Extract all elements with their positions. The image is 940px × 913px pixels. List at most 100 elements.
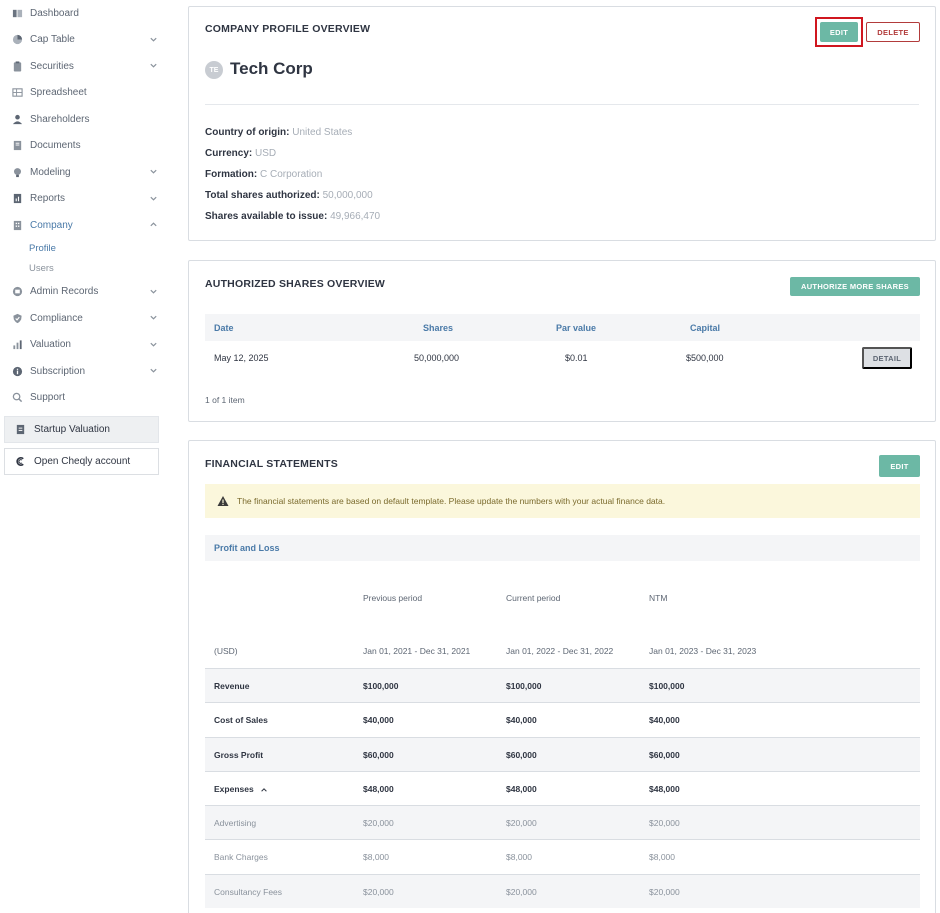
sidebar-item-label: Compliance xyxy=(30,312,83,324)
cell-value: $20,000 xyxy=(649,886,680,897)
sidebar-item-spreadsheet[interactable]: Spreadsheet xyxy=(0,80,162,107)
pie-chart-icon xyxy=(12,34,23,45)
cell-value: $20,000 xyxy=(363,886,394,897)
cell-value: $20,000 xyxy=(649,818,680,829)
financial-card-title: FINANCIAL STATEMENTS xyxy=(205,458,338,470)
row-label: Revenue xyxy=(214,681,250,691)
cell-value: $100,000 xyxy=(649,681,685,691)
range-ntm: Jan 01, 2023 - Dec 31, 2023 xyxy=(649,646,757,656)
records-icon xyxy=(12,286,23,297)
chevron-up-icon[interactable] xyxy=(260,786,268,794)
authorize-more-shares-button[interactable]: AUTHORIZE MORE SHARES xyxy=(790,277,920,296)
sidebar-item-admin-records[interactable]: Admin Records xyxy=(0,279,162,306)
open-cheqly-button[interactable]: Open Cheqly account xyxy=(4,448,159,475)
chevron-down-icon xyxy=(150,289,157,294)
cell-value: $20,000 xyxy=(363,818,394,829)
sidebar-item-label: Spreadsheet xyxy=(30,87,87,99)
sidebar-item-label: Valuation xyxy=(30,339,71,351)
table-row: Gross Profit $60,000 $60,000 $60,000 xyxy=(205,736,920,771)
sidebar-item-label: Reports xyxy=(30,193,66,205)
company-name: Tech Corp xyxy=(230,59,313,78)
company-avatar: TE xyxy=(205,61,223,79)
dashboard-icon xyxy=(12,8,23,19)
range-current: Jan 01, 2022 - Dec 31, 2022 xyxy=(506,646,614,656)
sidebar-item-cap-table[interactable]: Cap Table xyxy=(0,27,162,54)
chevron-up-icon xyxy=(150,222,157,227)
shares-table-header: Date Shares Par value Capital xyxy=(205,314,920,341)
cell-value: $60,000 xyxy=(363,749,394,760)
table-row: Bank Charges $8,000 $8,000 $8,000 xyxy=(205,839,920,874)
column-header-date[interactable]: Date xyxy=(214,323,234,333)
sidebar-item-documents[interactable]: Documents xyxy=(0,133,162,160)
open-cheqly-label: Open Cheqly account xyxy=(34,456,131,467)
cell-value: $48,000 xyxy=(363,783,394,794)
row-label: Gross Profit xyxy=(214,749,264,760)
profit-and-loss-tab[interactable]: Profit and Loss xyxy=(205,535,920,561)
delete-profile-button[interactable]: DELETE xyxy=(866,22,920,42)
info-formation: Formation: C Corporation xyxy=(205,169,322,180)
info-value: 50,000,000 xyxy=(322,190,373,201)
sidebar-item-securities[interactable]: Securities xyxy=(0,53,162,80)
authorized-card-title: AUTHORIZED SHARES OVERVIEW xyxy=(205,278,386,290)
sidebar-item-compliance[interactable]: Compliance xyxy=(0,305,162,332)
cell-value: $40,000 xyxy=(649,715,680,726)
chevron-down-icon xyxy=(150,315,157,320)
profit-loss-table: Revenue $100,000 $100,000 $100,000 Cost … xyxy=(205,668,920,909)
table-row-expenses[interactable]: Expenses $48,000 $48,000 $48,000 xyxy=(205,770,920,806)
sidebar: Dashboard Cap Table Securities Spreadshe… xyxy=(0,0,162,913)
shield-icon xyxy=(12,313,23,324)
edit-financials-button[interactable]: EDIT xyxy=(879,455,920,477)
edit-profile-button[interactable]: EDIT xyxy=(820,22,858,42)
cell-value: $60,000 xyxy=(649,749,680,760)
sidebar-item-company[interactable]: Company xyxy=(0,212,162,239)
building-icon xyxy=(12,220,23,231)
cell-date: May 12, 2025 xyxy=(214,353,269,363)
period-header-current: Current period xyxy=(506,593,561,603)
sidebar-item-valuation[interactable]: Valuation xyxy=(0,332,162,359)
sidebar-item-reports[interactable]: Reports xyxy=(0,186,162,213)
startup-valuation-button[interactable]: Startup Valuation xyxy=(4,416,159,443)
cell-value: $40,000 xyxy=(363,715,394,726)
info-total-shares: Total shares authorized: 50,000,000 xyxy=(205,190,373,201)
period-header-previous: Previous period xyxy=(363,593,423,603)
chevron-down-icon xyxy=(150,342,157,347)
report-icon xyxy=(12,193,23,204)
cell-capital: $500,000 xyxy=(686,353,724,363)
sidebar-item-dashboard[interactable]: Dashboard xyxy=(0,0,162,27)
range-previous: Jan 01, 2021 - Dec 31, 2021 xyxy=(363,646,471,656)
sidebar-item-label: Modeling xyxy=(30,166,71,178)
sidebar-item-label: Documents xyxy=(30,140,81,152)
sidebar-subitem-users[interactable]: Users xyxy=(0,259,162,279)
chevron-down-icon xyxy=(150,196,157,201)
startup-valuation-label: Startup Valuation xyxy=(34,424,110,435)
cell-value: $8,000 xyxy=(506,852,532,863)
sidebar-item-support[interactable]: Support xyxy=(0,385,162,412)
cell-shares: 50,000,000 xyxy=(414,353,460,363)
column-header-shares[interactable]: Shares xyxy=(423,323,453,333)
scale-icon xyxy=(12,339,23,350)
column-header-par-value[interactable]: Par value xyxy=(556,323,596,333)
detail-button[interactable]: DETAIL xyxy=(862,347,912,369)
sidebar-item-subscription[interactable]: Subscription xyxy=(0,358,162,385)
sidebar-item-label: Cap Table xyxy=(30,34,75,46)
column-header-capital[interactable]: Capital xyxy=(690,323,720,333)
sidebar-item-label: Support xyxy=(30,392,66,404)
alert-text: The financial statements are based on de… xyxy=(237,496,666,506)
template-alert: The financial statements are based on de… xyxy=(205,484,920,518)
chevron-down-icon xyxy=(150,169,157,174)
chevron-down-icon xyxy=(150,37,157,42)
profile-card-title: COMPANY PROFILE OVERVIEW xyxy=(205,23,371,35)
row-label: Advertising xyxy=(214,818,257,829)
cell-value: $48,000 xyxy=(506,783,537,794)
table-row: Consultancy Fees $20,000 $20,000 $20,000 xyxy=(205,873,920,909)
sidebar-subitem-profile[interactable]: Profile xyxy=(0,239,162,259)
sidebar-item-label: Dashboard xyxy=(30,7,79,19)
sidebar-item-shareholders[interactable]: Shareholders xyxy=(0,106,162,133)
sidebar-item-modeling[interactable]: Modeling xyxy=(0,159,162,186)
sidebar-item-label: Subscription xyxy=(30,365,86,377)
authorized-shares-card: AUTHORIZED SHARES OVERVIEW AUTHORIZE MOR… xyxy=(188,260,936,422)
table-row: Cost of Sales $40,000 $40,000 $40,000 xyxy=(205,702,920,737)
support-icon xyxy=(12,392,23,403)
cell-value: $20,000 xyxy=(506,818,537,829)
document-icon xyxy=(15,424,26,435)
